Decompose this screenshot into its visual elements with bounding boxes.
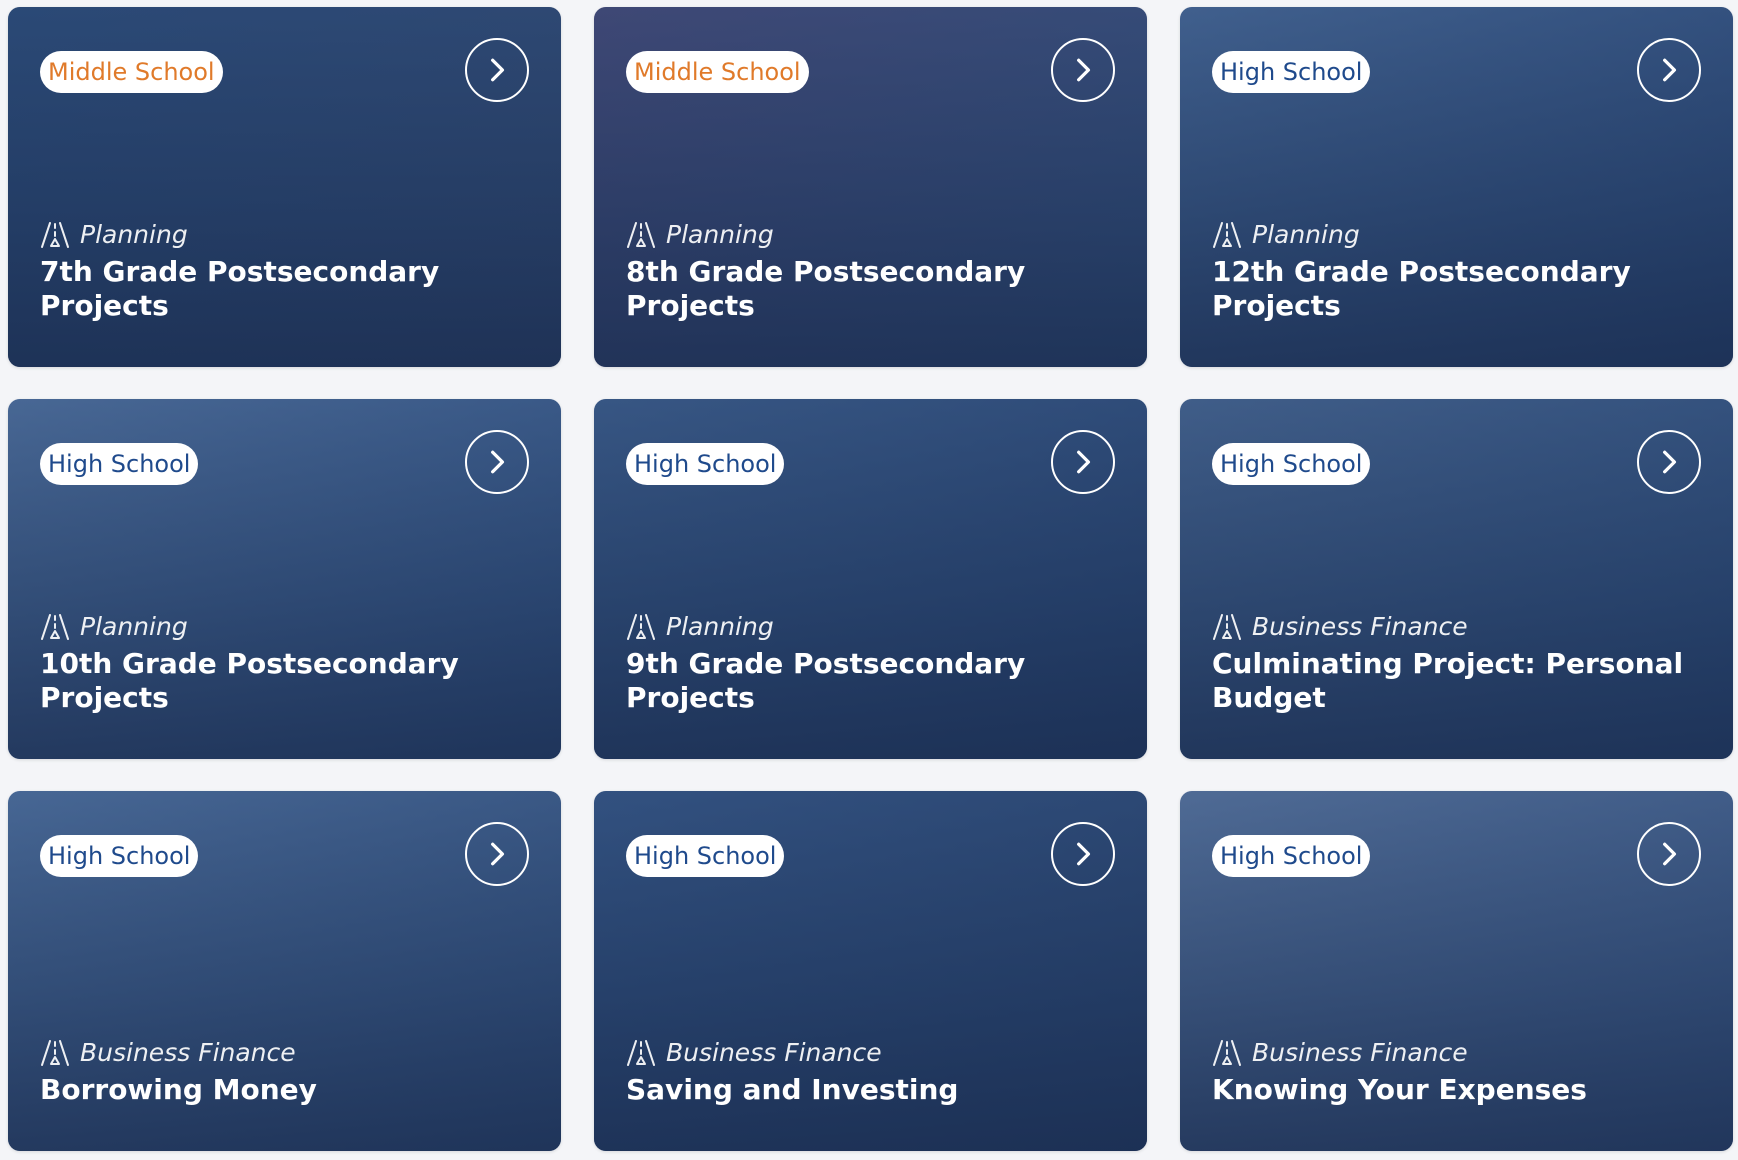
chevron-right-icon (491, 842, 505, 866)
grade-level-badge: Middle School (40, 51, 223, 93)
card-category: Planning (1212, 220, 1703, 249)
card-text: Business Finance Knowing Your Expenses (1212, 1038, 1703, 1107)
card-category-label: Business Finance (1252, 612, 1468, 641)
card-category-label: Planning (666, 220, 774, 249)
chevron-right-icon (491, 450, 505, 474)
grade-level-badge: High School (1212, 51, 1371, 93)
chevron-right-icon (1663, 450, 1677, 474)
open-card-button[interactable] (1051, 822, 1115, 886)
card-category-label: Planning (80, 612, 188, 641)
chevron-right-icon (1077, 58, 1091, 82)
chevron-right-icon (1663, 58, 1677, 82)
project-card[interactable]: High School Business Finance Knowing You… (1180, 791, 1733, 1151)
open-card-button[interactable] (1637, 822, 1701, 886)
project-card[interactable]: High School Business Finance Borrowing M… (8, 791, 561, 1151)
road-icon (1213, 221, 1241, 248)
card-text: Planning 12th Grade Postsecondary Projec… (1212, 220, 1703, 323)
card-category: Planning (626, 220, 1117, 249)
chevron-right-icon (1663, 842, 1677, 866)
card-category: Business Finance (40, 1038, 531, 1067)
grade-level-badge: Middle School (626, 51, 809, 93)
open-card-button[interactable] (1051, 430, 1115, 494)
road-icon (627, 1039, 655, 1066)
project-card[interactable]: Middle School Planning 8th Grade Postsec… (594, 7, 1147, 367)
card-category-label: Planning (1252, 220, 1360, 249)
grade-level-badge: High School (1212, 835, 1371, 877)
card-text: Planning 10th Grade Postsecondary Projec… (40, 612, 531, 715)
open-card-button[interactable] (1637, 38, 1701, 102)
road-icon (627, 613, 655, 640)
project-card[interactable]: High School Planning 12th Grade Postseco… (1180, 7, 1733, 367)
open-card-button[interactable] (465, 822, 529, 886)
card-category: Planning (40, 220, 531, 249)
chevron-right-icon (1077, 842, 1091, 866)
road-icon (41, 613, 69, 640)
card-title: Saving and Investing (626, 1073, 959, 1106)
road-icon (627, 221, 655, 248)
project-card-grid: Middle School Planning 7th Grade Postsec… (8, 7, 1733, 1151)
card-title: Knowing Your Expenses (1212, 1073, 1587, 1106)
card-category: Planning (626, 612, 1117, 641)
card-text: Planning 7th Grade Postsecondary Project… (40, 220, 531, 323)
project-card[interactable]: High School Business Finance Saving and … (594, 791, 1147, 1151)
card-category: Business Finance (626, 1038, 1117, 1067)
chevron-right-icon (491, 58, 505, 82)
card-category-label: Business Finance (666, 1038, 882, 1067)
card-text: Business Finance Saving and Investing (626, 1038, 1117, 1107)
project-card[interactable]: High School Planning 10th Grade Postseco… (8, 399, 561, 759)
project-card[interactable]: High School Business Finance Culminating… (1180, 399, 1733, 759)
grade-level-badge: High School (40, 835, 199, 877)
road-icon (41, 221, 69, 248)
card-text: Business Finance Borrowing Money (40, 1038, 531, 1107)
card-category: Business Finance (1212, 612, 1703, 641)
card-title: 8th Grade Postsecondary Projects (626, 255, 1026, 322)
chevron-right-icon (1077, 450, 1091, 474)
grade-level-badge: High School (1212, 443, 1371, 485)
card-title: Borrowing Money (40, 1073, 317, 1106)
open-card-button[interactable] (465, 430, 529, 494)
card-title: 10th Grade Postsecondary Projects (40, 647, 459, 714)
card-category: Planning (40, 612, 531, 641)
card-category-label: Business Finance (80, 1038, 296, 1067)
open-card-button[interactable] (1051, 38, 1115, 102)
card-title: Culminating Project: Personal Budget (1212, 647, 1684, 714)
card-title: 9th Grade Postsecondary Projects (626, 647, 1026, 714)
card-title: 7th Grade Postsecondary Projects (40, 255, 440, 322)
card-category-label: Business Finance (1252, 1038, 1468, 1067)
open-card-button[interactable] (1637, 430, 1701, 494)
open-card-button[interactable] (465, 38, 529, 102)
card-text: Planning 9th Grade Postsecondary Project… (626, 612, 1117, 715)
road-icon (41, 1039, 69, 1066)
card-category-label: Planning (80, 220, 188, 249)
road-icon (1213, 1039, 1241, 1066)
card-category-label: Planning (666, 612, 774, 641)
card-title: 12th Grade Postsecondary Projects (1212, 255, 1631, 322)
grade-level-badge: High School (40, 443, 199, 485)
grade-level-badge: High School (626, 443, 785, 485)
card-category: Business Finance (1212, 1038, 1703, 1067)
card-text: Planning 8th Grade Postsecondary Project… (626, 220, 1117, 323)
grade-level-badge: High School (626, 835, 785, 877)
card-text: Business Finance Culminating Project: Pe… (1212, 612, 1703, 715)
road-icon (1213, 613, 1241, 640)
project-card[interactable]: Middle School Planning 7th Grade Postsec… (8, 7, 561, 367)
project-card[interactable]: High School Planning 9th Grade Postsecon… (594, 399, 1147, 759)
